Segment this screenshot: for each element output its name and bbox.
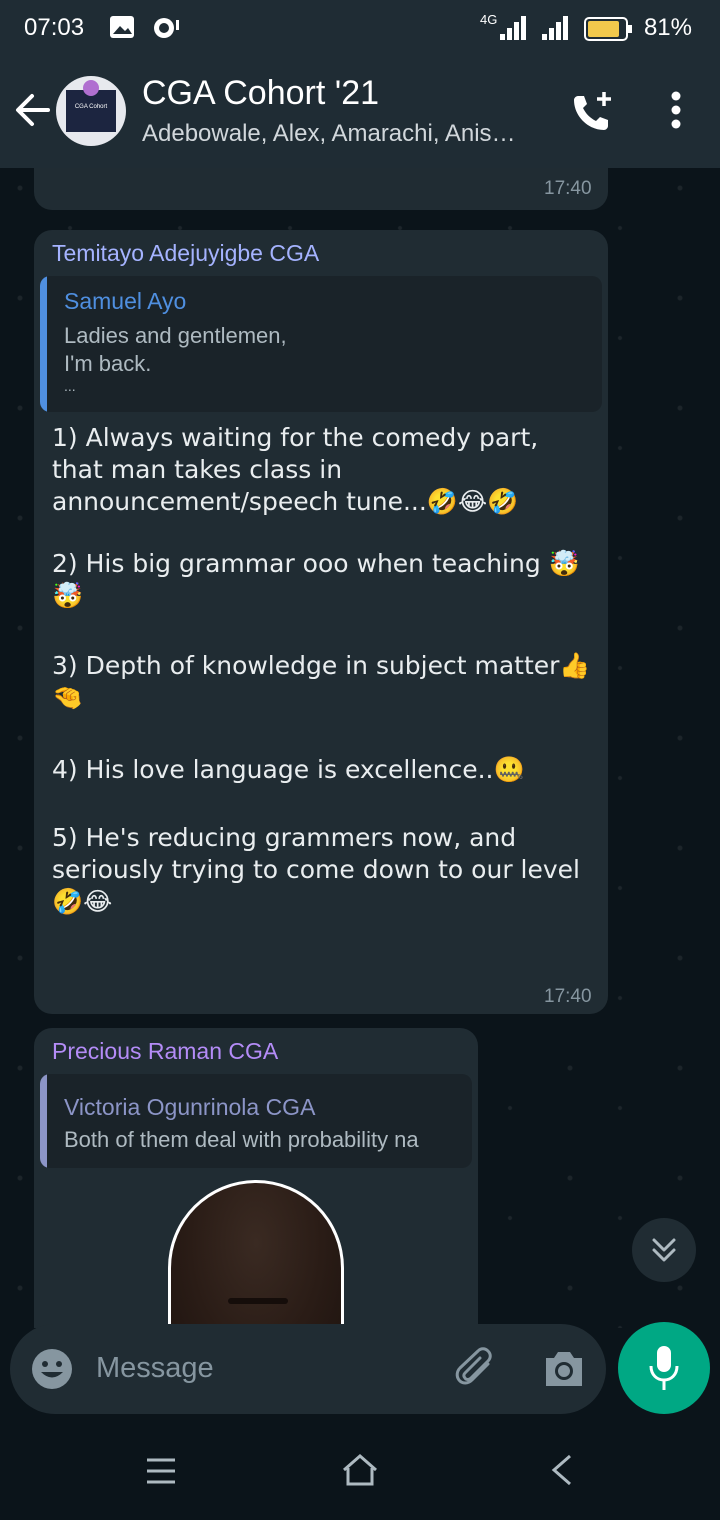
avatar-text: CGA Cohort <box>74 104 108 110</box>
quote-line: I'm back. <box>64 351 152 376</box>
chat-title[interactable]: CGA Cohort '21 <box>142 74 379 113</box>
emoji-icon[interactable] <box>30 1347 74 1391</box>
recent-apps-icon[interactable] <box>144 1454 178 1488</box>
chat-area[interactable]: 17:40 Temitayo Adejuyigbe CGA Samuel Ayo… <box>0 168 720 1328</box>
avatar-image: CGA Cohort <box>66 80 116 132</box>
more-options-icon[interactable] <box>664 90 688 130</box>
quote-sender: Victoria Ogunrinola CGA <box>64 1094 316 1120</box>
attach-icon[interactable] <box>454 1346 500 1392</box>
gallery-icon <box>110 16 134 38</box>
message-bubble[interactable]: 17:40 <box>34 168 608 210</box>
microphone-icon <box>649 1346 679 1390</box>
camera-icon[interactable] <box>542 1348 586 1390</box>
quote-text: Ladies and gentlemen, I'm back. ... <box>64 322 287 394</box>
quote-bar <box>40 1074 47 1168</box>
quote-line: Ladies and gentlemen, <box>64 323 287 348</box>
message-bubble[interactable]: Precious Raman CGA Victoria Ogunrinola C… <box>34 1028 478 1328</box>
sender-name[interactable]: Precious Raman CGA <box>52 1038 278 1065</box>
scroll-to-bottom-button[interactable] <box>632 1218 696 1282</box>
quote-sender: Samuel Ayo <box>64 288 187 314</box>
message-line: 5) He's reducing grammers now, and serio… <box>52 823 580 916</box>
home-icon[interactable] <box>340 1452 380 1488</box>
quote-line: ... <box>64 378 76 394</box>
message-text: 1) Always waiting for the comedy part, t… <box>52 422 592 918</box>
battery-icon <box>584 17 632 41</box>
back-arrow-icon[interactable] <box>14 90 52 130</box>
message-input[interactable]: Message <box>96 1352 214 1385</box>
signal-icon <box>500 16 526 40</box>
status-time: 07:03 <box>24 14 85 41</box>
message-notification-icon <box>154 18 179 38</box>
sender-name[interactable]: Temitayo Adejuyigbe CGA <box>52 240 319 267</box>
message-line: 2) His big grammar ooo when teaching 🤯🤯 <box>52 549 580 610</box>
voice-record-button[interactable] <box>618 1322 710 1414</box>
status-bar: 07:03 4G 81% <box>0 0 720 56</box>
message-line: 4) His love language is excellence..🤐 <box>52 755 525 784</box>
quoted-message[interactable]: Victoria Ogunrinola CGA Both of them dea… <box>40 1074 472 1168</box>
message-bubble[interactable]: Temitayo Adejuyigbe CGA Samuel Ayo Ladie… <box>34 230 608 1014</box>
quote-text: Both of them deal with probability na <box>64 1127 419 1152</box>
quoted-message[interactable]: Samuel Ayo Ladies and gentlemen, I'm bac… <box>40 276 602 412</box>
quote-bar <box>40 276 47 412</box>
network-type: 4G <box>480 12 498 27</box>
group-avatar[interactable]: CGA Cohort <box>56 76 126 146</box>
chat-participants[interactable]: Adebowale, Alex, Amarachi, Anis… <box>142 120 542 148</box>
message-line: 1) Always waiting for the comedy part, t… <box>52 423 539 516</box>
message-time: 17:40 <box>544 178 592 199</box>
message-input-bar: Message <box>10 1324 606 1414</box>
sticker-image[interactable] <box>168 1180 344 1328</box>
system-nav-bar <box>0 1420 720 1520</box>
message-line: 3) Depth of knowledge in subject matter👍… <box>52 651 591 712</box>
chat-header: CGA Cohort CGA Cohort '21 Adebowale, Ale… <box>0 56 720 168</box>
message-time: 17:40 <box>544 986 592 1007</box>
battery-percent: 81% <box>643 14 692 41</box>
back-nav-icon[interactable] <box>546 1452 576 1488</box>
double-chevron-down-icon <box>652 1238 676 1262</box>
add-call-icon[interactable] <box>570 90 616 136</box>
signal-icon-2 <box>542 16 568 40</box>
